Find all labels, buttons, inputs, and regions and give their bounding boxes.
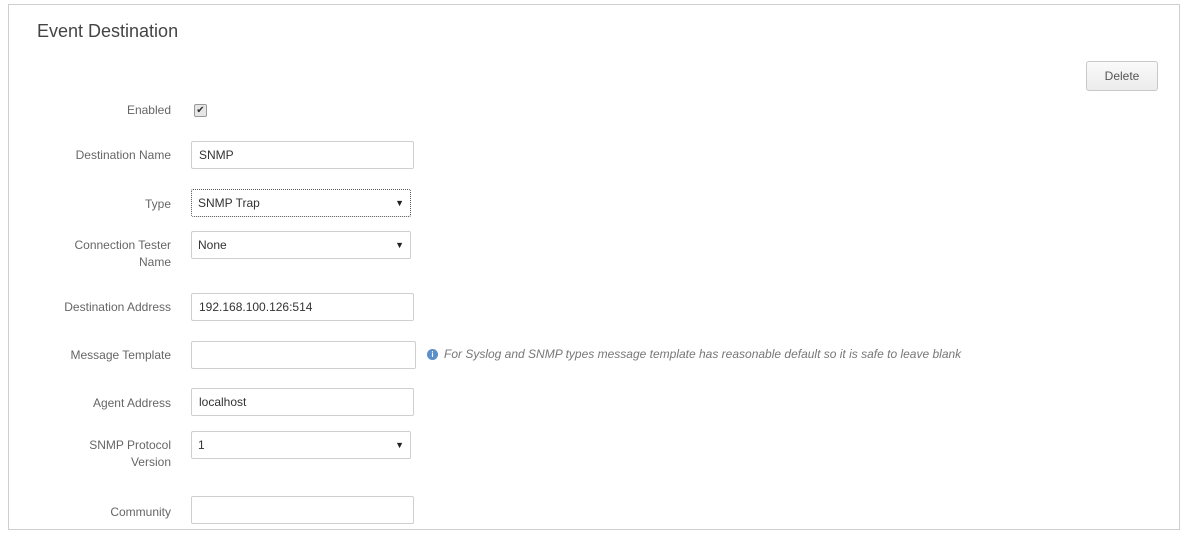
snmp-protocol-label-line1: SNMP Protocol: [89, 438, 171, 452]
connection-tester-select[interactable]: None ▼: [191, 231, 411, 259]
snmp-protocol-version-value: 1: [198, 438, 205, 452]
chevron-down-icon: ▼: [395, 240, 404, 250]
page-title: Event Destination: [37, 21, 179, 41]
type-select[interactable]: SNMP Trap ▼: [191, 189, 411, 217]
snmp-protocol-version-label: SNMP Protocol Version: [9, 437, 171, 471]
community-label: Community: [110, 505, 171, 519]
type-label: Type: [144, 197, 171, 211]
chevron-down-icon: ▼: [395, 440, 404, 450]
destination-address-label: Destination Address: [64, 300, 171, 314]
delete-button[interactable]: Delete: [1086, 61, 1158, 91]
agent-address-input[interactable]: [191, 388, 414, 416]
snmp-protocol-label-line2: Version: [130, 455, 171, 469]
info-icon: i: [427, 348, 438, 360]
event-destination-panel: Event Destination Delete Enabled ✔ Desti…: [8, 4, 1180, 530]
destination-name-input[interactable]: [191, 141, 414, 169]
message-template-help: i For Syslog and SNMP types message temp…: [427, 347, 961, 361]
message-template-label: Message Template: [70, 348, 172, 362]
community-input[interactable]: [191, 496, 414, 524]
enabled-checkbox[interactable]: ✔: [194, 104, 207, 117]
destination-address-input[interactable]: [191, 293, 414, 321]
connection-tester-select-value: None: [198, 238, 227, 252]
type-select-value: SNMP Trap: [198, 196, 260, 210]
connection-tester-label-line2: Name: [138, 255, 171, 269]
connection-tester-name-label: Connection Tester Name: [9, 237, 171, 271]
chevron-down-icon: ▼: [395, 198, 404, 208]
connection-tester-label-line1: Connection Tester: [74, 238, 171, 252]
message-template-help-text: For Syslog and SNMP types message templa…: [444, 347, 962, 361]
destination-name-label: Destination Name: [75, 148, 171, 162]
enabled-label: Enabled: [126, 103, 171, 117]
snmp-protocol-version-select[interactable]: 1 ▼: [191, 431, 411, 459]
message-template-input[interactable]: [191, 341, 416, 369]
agent-address-label: Agent Address: [92, 396, 171, 410]
